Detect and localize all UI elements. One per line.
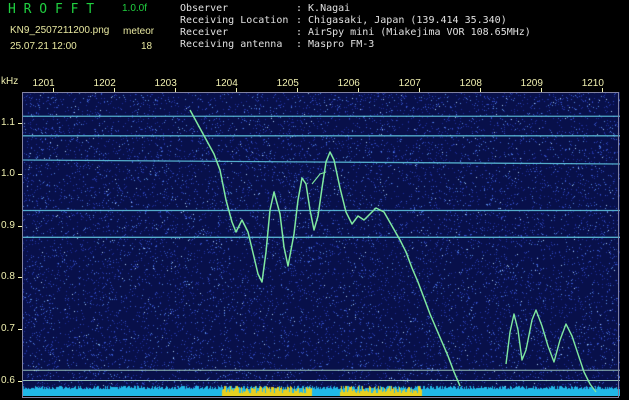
y-tick-label: 0.7 [1,323,15,335]
info-value-location: : Chigasaki, Japan (139.414 35.340) [296,15,507,26]
x-tick-label: 1202 [93,78,116,89]
y-tick-label: 1.1 [1,116,15,128]
date-time: 25.07.21 12:00 [10,41,77,52]
meteor-count: 18 [141,41,153,52]
carrier-line [22,159,620,165]
app-version: 1.0.0f [122,3,148,14]
y-tick-label: 0.8 [1,271,15,283]
meteor-trace [505,309,597,393]
spectrogram-signals [22,109,620,393]
app-logo: H R O F F T [8,2,95,17]
x-tick-label: 1208 [459,78,482,89]
file-name: KN9_2507211200.png [10,25,110,36]
x-tick-label: 1209 [520,78,543,89]
info-value-receiver: : AirSpy mini (Miakejima VOR 108.65MHz) [296,27,531,38]
info-label-location: Receiving Location [180,15,289,26]
meteor-trace [189,109,461,387]
x-tick-label: 1204 [215,78,238,89]
x-tick-label: 1206 [337,78,360,89]
x-tick-label: 1201 [32,78,55,89]
y-axis-unit: kHz [1,76,19,87]
meteor-label: meteor [123,26,155,37]
y-tick-label: 1.0 [1,168,15,180]
header-panel: H R O F F T 1.0.0f KN9_2507211200.png me… [0,0,629,74]
x-tick-label: 1210 [581,78,604,89]
x-tick-label: 1203 [154,78,177,89]
info-value-observer: : K.Nagai [296,3,351,14]
info-label-receiver: Receiver [180,27,229,38]
info-label-observer: Observer [180,3,229,14]
spectrogram-plot [22,92,620,396]
y-tick-label: 0.9 [1,219,15,231]
y-tick-label: 0.6 [1,374,15,386]
x-tick-label: 1207 [398,78,421,89]
info-label-antenna: Receiving antenna [180,39,283,50]
info-value-antenna: : Maspro FM-3 [296,39,375,50]
x-axis-ticks: 1201 1202 1203 1204 1205 1206 1207 1208 1209 1210 [22,78,620,93]
x-tick-label: 1205 [276,78,299,89]
